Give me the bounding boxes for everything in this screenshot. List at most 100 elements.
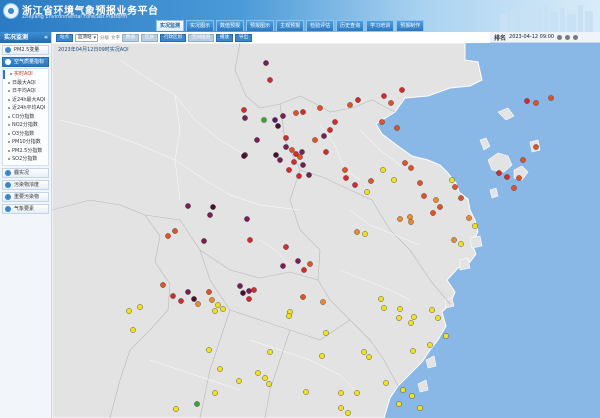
admin-division-button[interactable]: 行政区划	[160, 33, 186, 42]
station-marker[interactable]	[251, 287, 257, 293]
station-marker[interactable]	[391, 177, 397, 183]
station-marker[interactable]	[178, 298, 184, 304]
station-marker[interactable]	[361, 349, 367, 355]
sidebar-sub-item[interactable]: 日最大AQI	[3, 79, 48, 88]
station-marker[interactable]	[160, 282, 166, 288]
station-marker[interactable]	[301, 267, 307, 273]
collapse-icon[interactable]: «	[44, 32, 48, 43]
station-marker[interactable]	[217, 366, 223, 372]
station-marker[interactable]	[362, 231, 368, 237]
station-marker[interactable]	[262, 375, 268, 381]
station-marker[interactable]	[236, 378, 242, 384]
station-marker[interactable]	[400, 387, 406, 393]
station-marker[interactable]	[323, 149, 329, 155]
sidebar-sub-item[interactable]: PM10分指数	[3, 138, 48, 147]
station-marker[interactable]	[300, 294, 306, 300]
station-marker[interactable]	[137, 304, 143, 310]
station-marker[interactable]	[332, 119, 338, 125]
station-marker[interactable]	[317, 105, 323, 111]
station-marker[interactable]	[261, 117, 267, 123]
next-icon[interactable]	[573, 34, 579, 40]
station-marker[interactable]	[427, 342, 433, 348]
station-marker[interactable]	[212, 390, 218, 396]
station-marker[interactable]	[185, 203, 191, 209]
export-button[interactable]: 导出	[235, 33, 252, 42]
station-marker[interactable]	[449, 177, 455, 183]
station-marker[interactable]	[466, 215, 472, 221]
value-button[interactable]: 数值	[122, 33, 139, 42]
station-marker[interactable]	[452, 184, 458, 190]
station-marker[interactable]	[237, 283, 243, 289]
station-marker[interactable]	[352, 182, 358, 188]
nav-tab[interactable]: 预报制作	[396, 20, 425, 31]
station-marker[interactable]	[307, 261, 313, 267]
station-marker[interactable]	[380, 167, 386, 173]
station-marker[interactable]	[409, 393, 415, 399]
station-marker[interactable]	[267, 349, 273, 355]
station-marker[interactable]	[206, 289, 212, 295]
station-marker[interactable]	[300, 109, 306, 115]
station-marker[interactable]	[320, 299, 326, 305]
station-marker[interactable]	[520, 157, 526, 163]
sidebar-sub-item[interactable]: CO分指数	[3, 113, 48, 122]
station-marker[interactable]	[327, 127, 333, 133]
station-marker[interactable]	[289, 147, 295, 153]
station-marker[interactable]	[411, 314, 417, 320]
station-marker[interactable]	[430, 210, 436, 216]
station-marker[interactable]	[342, 167, 348, 173]
nav-tab[interactable]: 检验评估	[306, 20, 335, 31]
station-marker[interactable]	[242, 115, 248, 121]
station-marker[interactable]	[319, 353, 325, 359]
station-marker[interactable]	[516, 175, 522, 181]
station-marker[interactable]	[408, 320, 414, 326]
station-marker[interactable]	[397, 306, 403, 312]
sidebar-header[interactable]: 实况监测 «	[0, 32, 51, 43]
station-marker[interactable]	[533, 100, 539, 106]
station-marker[interactable]	[206, 347, 212, 353]
station-marker[interactable]	[295, 258, 301, 264]
sidebar-sub-item[interactable]: SO2分指数	[3, 155, 48, 164]
station-marker[interactable]	[191, 296, 197, 302]
station-marker[interactable]	[458, 241, 464, 247]
sidebar-sub-item[interactable]: 近24h平均AQI	[3, 104, 48, 113]
station-marker[interactable]	[548, 95, 554, 101]
nav-tab[interactable]: 数值预报	[216, 20, 245, 31]
station-marker[interactable]	[254, 137, 260, 143]
nav-tab[interactable]: 主观预报	[276, 20, 305, 31]
station-marker[interactable]	[321, 133, 327, 139]
station-marker[interactable]	[263, 60, 269, 66]
sidebar-sub-item[interactable]: 近24h最大AQI	[3, 96, 48, 105]
nav-tab[interactable]: 历史查询	[336, 20, 365, 31]
play-button[interactable]: 播放	[216, 33, 233, 42]
station-marker[interactable]	[201, 238, 207, 244]
station-marker[interactable]	[194, 401, 200, 407]
station-marker[interactable]	[247, 237, 253, 243]
sidebar-sub-item[interactable]: 日平均AQI	[3, 87, 48, 96]
station-marker[interactable]	[280, 263, 286, 269]
station-marker[interactable]	[195, 301, 201, 307]
sidebar-section[interactable]: 霾实况	[2, 167, 49, 178]
station-marker[interactable]	[381, 93, 387, 99]
station-marker[interactable]	[472, 223, 478, 229]
station-marker[interactable]	[173, 406, 179, 412]
station-marker[interactable]	[246, 288, 252, 294]
station-marker[interactable]	[364, 189, 370, 195]
station-marker[interactable]	[366, 354, 372, 360]
rank-label[interactable]: 排名	[494, 33, 506, 42]
grade-toggle[interactable]: 分级	[100, 35, 109, 41]
station-marker[interactable]	[312, 137, 318, 143]
station-marker[interactable]	[283, 135, 289, 141]
station-marker[interactable]	[296, 173, 302, 179]
sidebar-section[interactable]: 空气质量指标	[2, 57, 49, 67]
station-marker[interactable]	[511, 185, 517, 191]
station-marker[interactable]	[293, 110, 299, 116]
station-marker[interactable]	[165, 233, 171, 239]
station-marker[interactable]	[429, 307, 435, 313]
station-marker[interactable]	[524, 98, 530, 104]
station-marker[interactable]	[397, 216, 403, 222]
aqi-map[interactable]	[52, 43, 600, 418]
station-marker[interactable]	[410, 348, 416, 354]
datetime-display[interactable]: 2023-04-12 09:00	[509, 34, 554, 40]
station-marker[interactable]	[396, 401, 402, 407]
station-marker[interactable]	[399, 87, 405, 93]
